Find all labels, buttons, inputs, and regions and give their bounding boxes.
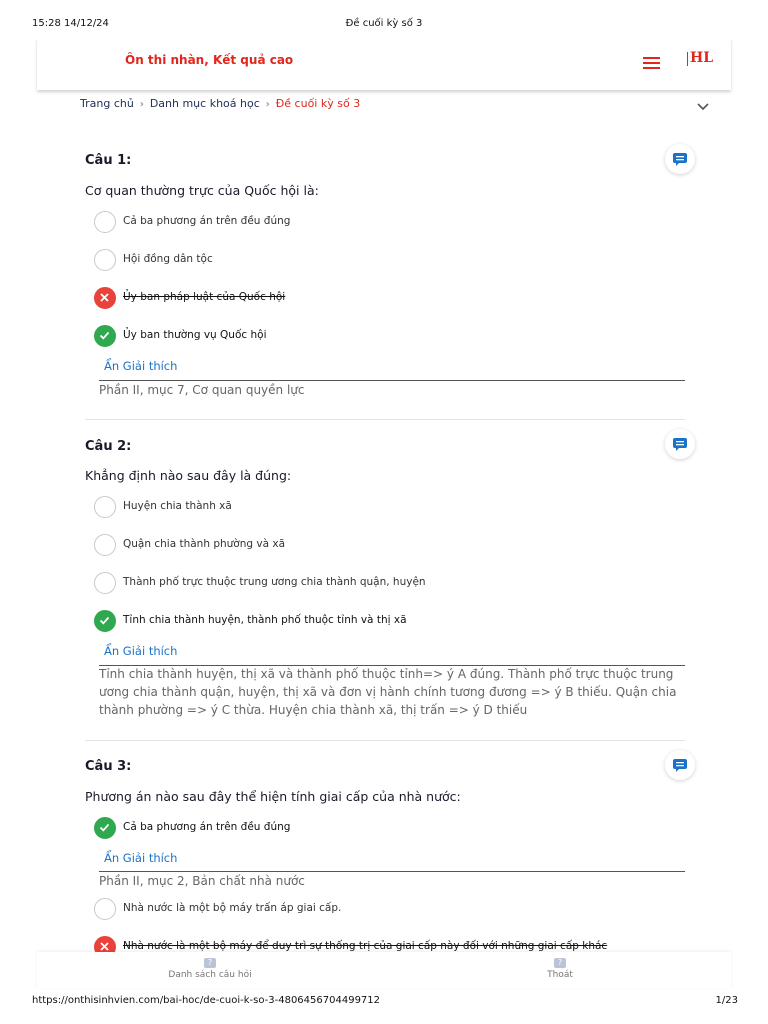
option-label: Nhà nước là một bộ máy trấn áp giai cấp.: [123, 902, 342, 914]
question-list-label: Danh sách câu hỏi: [168, 970, 252, 980]
comment-icon: [673, 759, 687, 772]
print-doc-title: Đề cuối kỳ số 3: [345, 18, 423, 29]
chevron-down-icon[interactable]: [697, 96, 709, 111]
comment-icon: [673, 438, 687, 451]
breadcrumb-category[interactable]: Danh mục khoá học: [150, 97, 260, 110]
radio-circle: [94, 534, 116, 556]
question-1-text: Cơ quan thường trực của Quốc hội là:: [85, 183, 319, 198]
question-2-option-4[interactable]: Tỉnh chia thành huyện, thành phố thuộc t…: [94, 610, 694, 632]
logo-text: HL: [690, 50, 714, 66]
comment-icon: [673, 153, 687, 166]
breadcrumb-separator-icon: ›: [265, 99, 270, 110]
exit-icon: ?: [554, 958, 566, 968]
print-url: https://onthisinhvien.com/bai-hoc/de-cuo…: [32, 995, 381, 1006]
exit-button[interactable]: ? Thoát: [535, 958, 585, 980]
question-3-option-2[interactable]: Nhà nước là một bộ máy trấn áp giai cấp.: [94, 898, 694, 920]
radio-circle: [94, 249, 116, 271]
close-icon: [94, 287, 116, 309]
question-3-text: Phương án nào sau đây thể hiện tính giai…: [85, 789, 461, 804]
option-label: Cả ba phương án trên đều đúng: [123, 215, 291, 227]
check-icon: [94, 325, 116, 347]
check-icon: [94, 817, 116, 839]
question-3-comment-button[interactable]: [665, 750, 695, 780]
option-label: Quận chia thành phường và xã: [123, 538, 286, 550]
radio-circle: [94, 496, 116, 518]
radio-circle: [94, 898, 116, 920]
bottom-bar: ? Danh sách câu hỏi ? Thoát: [37, 952, 731, 988]
hamburger-menu-icon[interactable]: [643, 57, 660, 70]
question-1-hide-explanation-link[interactable]: Ẩn Giải thích: [104, 359, 177, 373]
question-list-icon: ?: [204, 958, 216, 968]
question-1-option-1[interactable]: Cả ba phương án trên đều đúng: [94, 211, 694, 233]
question-1-comment-button[interactable]: [665, 144, 695, 174]
brand-slogan[interactable]: Ôn thi nhàn, Kết quả cao: [125, 53, 293, 67]
breadcrumb-home[interactable]: Trang chủ: [80, 97, 134, 110]
option-label: Cả ba phương án trên đều đúng: [123, 821, 291, 833]
question-2-comment-button[interactable]: [665, 429, 695, 459]
question-1-option-4[interactable]: Ủy ban thường vụ Quốc hội: [94, 325, 694, 347]
question-2-hide-explanation-link[interactable]: Ẩn Giải thích: [104, 644, 177, 658]
radio-circle: [94, 211, 116, 233]
exit-label: Thoát: [547, 970, 573, 980]
question-2-title: Câu 2:: [85, 439, 132, 454]
question-2-option-2[interactable]: Quận chia thành phường và xã: [94, 534, 694, 556]
print-header: 15:28 14/12/24 Đề cuối kỳ số 3: [0, 0, 768, 30]
question-1-option-3[interactable]: Ủy ban pháp luật của Quốc hội: [94, 287, 694, 309]
option-label: Ủy ban thường vụ Quốc hội: [123, 329, 267, 341]
question-2-option-1[interactable]: Huyện chia thành xã: [94, 496, 694, 518]
question-list-button[interactable]: ? Danh sách câu hỏi: [147, 958, 273, 980]
question-1-title: Câu 1:: [85, 153, 132, 168]
option-label: Huyện chia thành xã: [123, 500, 232, 512]
logo[interactable]: HL: [687, 48, 713, 72]
option-label: Ủy ban pháp luật của Quốc hội: [123, 291, 286, 303]
breadcrumb-current: Đề cuối kỳ số 3: [275, 97, 361, 110]
breadcrumb: Trang chủ › Danh mục khoá học › Đề cuối kỳ s…: [80, 97, 360, 110]
question-3-title: Câu 3:: [85, 759, 132, 774]
print-page-number: 1/23: [715, 995, 738, 1006]
breadcrumb-separator-icon: ›: [139, 99, 144, 110]
question-2-text: Khẳng định nào sau đây là đúng:: [85, 468, 292, 483]
question-divider: [85, 740, 685, 741]
option-label: Thành phố trực thuộc trung ương chia thà…: [123, 576, 426, 588]
question-1-explanation: Phần II, mục 7, Cơ quan quyền lực: [99, 383, 305, 397]
question-3-explanation: Phần II, mục 2, Bản chất nhà nước: [99, 874, 305, 888]
option-label: Nhà nước là một bộ máy để duy trì sự thố…: [123, 940, 608, 952]
question-divider: [85, 419, 685, 420]
question-1-option-2[interactable]: Hội đồng dân tộc: [94, 249, 694, 271]
option-label: Tỉnh chia thành huyện, thành phố thuộc t…: [123, 614, 407, 626]
question-2-option-3[interactable]: Thành phố trực thuộc trung ương chia thà…: [94, 572, 694, 594]
question-2-explanation: Tỉnh chia thành huyện, thị xã và thành p…: [99, 667, 677, 717]
option-label: Hội đồng dân tộc: [123, 253, 213, 265]
print-footer: https://onthisinhvien.com/bai-hoc/de-cuo…: [0, 995, 768, 1015]
site-header: Ôn thi nhàn, Kết quả cao HL: [37, 38, 731, 90]
question-3-option-1[interactable]: Cả ba phương án trên đều đúng: [94, 817, 694, 839]
check-icon: [94, 610, 116, 632]
radio-circle: [94, 572, 116, 594]
question-3-hide-explanation-link[interactable]: Ẩn Giải thích: [104, 851, 177, 865]
